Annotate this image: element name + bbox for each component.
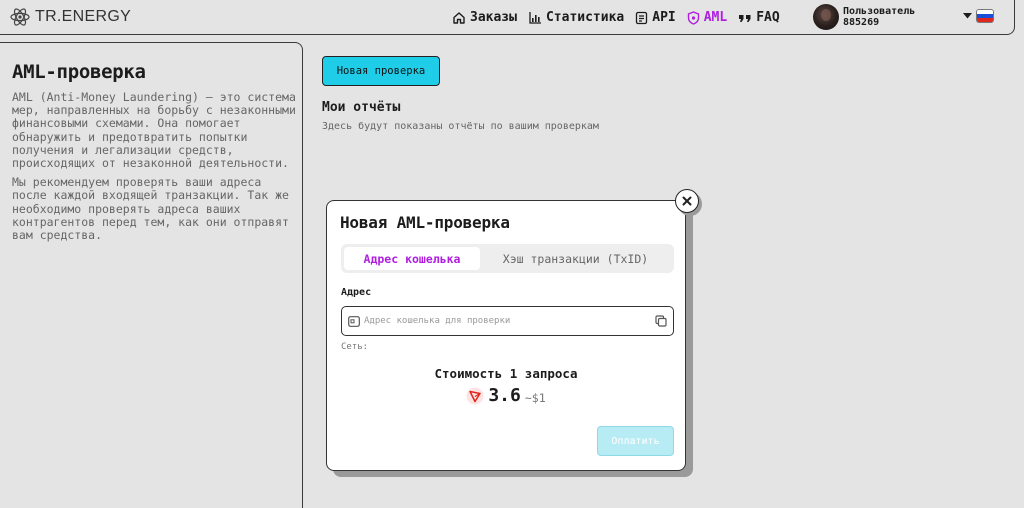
paste-icon[interactable] xyxy=(655,315,667,327)
nav-item-faq[interactable]: FAQ xyxy=(738,10,780,25)
tron-icon xyxy=(466,387,484,404)
page-title: AML-проверка xyxy=(12,61,146,83)
aml-check-modal: Новая AML-проверка Адрес кошелька Хэш тр… xyxy=(326,200,686,471)
price-value: 3.6 xyxy=(488,385,521,406)
russian-flag-icon xyxy=(976,9,994,23)
new-check-button[interactable]: Новая проверка xyxy=(322,56,440,86)
quote-icon xyxy=(739,14,751,22)
price-display: 3.6 ~$1 xyxy=(327,385,685,406)
home-icon xyxy=(453,11,465,24)
aml-recommendation: Мы рекомендуем проверять ваши адреса пос… xyxy=(12,175,289,243)
shield-icon xyxy=(687,10,699,25)
caret-down-icon xyxy=(963,13,972,19)
avatar xyxy=(813,4,839,30)
main-nav: Заказы Статистика API AML FAQ xyxy=(452,0,791,35)
language-selector[interactable] xyxy=(963,9,994,23)
network-label: Сеть: xyxy=(341,342,369,352)
cost-label: Стоимость 1 запроса xyxy=(434,366,578,381)
nav-label-aml: AML xyxy=(703,10,728,25)
logo-text: TR.ENERGY xyxy=(35,8,132,25)
user-id: 885269 xyxy=(843,17,880,28)
top-header: TR.ENERGY Заказы Статистика API AML FAQ … xyxy=(0,0,1015,35)
price-usd: ~$1 xyxy=(524,390,546,405)
check-type-tabs: Адрес кошелька Хэш транзакции (TxID) xyxy=(341,244,674,273)
nav-label-api: API xyxy=(652,10,676,25)
user-profile[interactable]: Пользователь 885269 xyxy=(813,4,915,30)
reports-title: Мои отчёты xyxy=(322,100,401,115)
aml-description: AML (Anti-Money Laundering) — это систем… xyxy=(12,90,296,171)
nav-item-api[interactable]: API xyxy=(635,10,676,25)
nav-item-statistics[interactable]: Статистика xyxy=(528,10,624,25)
nav-label-statistics: Статистика xyxy=(545,10,625,25)
tab-wallet-address[interactable]: Адрес кошелька xyxy=(344,247,480,270)
nav-label-faq: FAQ xyxy=(756,10,780,25)
nav-item-aml[interactable]: AML xyxy=(687,10,727,25)
reports-subtitle: Здесь будут показаны отчёты по вашим про… xyxy=(322,121,599,132)
main-content: Новая проверка Мои отчёты Здесь будут по… xyxy=(322,56,599,132)
address-label: Адрес xyxy=(341,287,372,298)
close-icon xyxy=(682,196,692,206)
wallet-icon xyxy=(348,315,360,327)
nav-label-orders: Заказы xyxy=(470,10,517,25)
sidebar-info-panel: AML-проверка AML (Anti-Money Laundering)… xyxy=(0,42,303,508)
nav-item-orders[interactable]: Заказы xyxy=(452,10,517,25)
address-input[interactable] xyxy=(364,316,651,326)
user-label: Пользователь xyxy=(843,6,916,17)
api-doc-icon xyxy=(636,11,648,24)
logo[interactable]: TR.ENERGY xyxy=(10,7,131,27)
bar-chart-icon xyxy=(529,11,541,24)
modal-title: Новая AML-проверка xyxy=(340,213,510,232)
close-button[interactable] xyxy=(675,189,699,213)
address-field[interactable] xyxy=(341,306,674,336)
atom-logo-icon xyxy=(10,8,30,26)
tab-transaction-hash[interactable]: Хэш транзакции (TxID) xyxy=(480,247,671,270)
pay-button[interactable]: Оплатить xyxy=(597,426,674,456)
